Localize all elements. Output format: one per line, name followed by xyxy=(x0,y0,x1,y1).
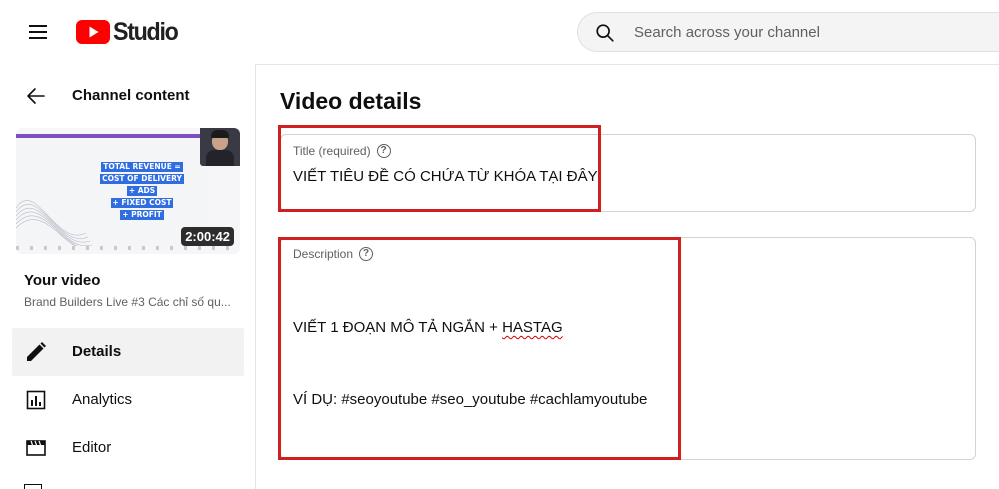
description-line: VÍ DỤ: #seoyoutube #seo_youtube #cachlam… xyxy=(293,391,648,408)
sidebar-item-editor[interactable]: Editor xyxy=(12,424,244,472)
duration-badge: 2:00:42 xyxy=(181,227,234,246)
description-input[interactable]: VIẾT 1 ĐOẠN MÔ TẢ NGẮN + HASTAG VÍ DỤ: #… xyxy=(293,268,647,460)
description-line: VIẾT 1 ĐOẠN MÔ TẢ NGẮN + HASTAG xyxy=(293,316,647,340)
thumbnail-line: + PROFIT xyxy=(120,210,164,220)
description-field-label: Description ? xyxy=(293,247,374,261)
thumbnail-line: COST OF DELIVERY xyxy=(100,174,184,184)
top-bar: Studio Search across your channel xyxy=(0,0,999,64)
sidebar-item-label: Details xyxy=(72,343,122,360)
help-icon[interactable]: ? xyxy=(376,144,391,158)
thumbnail-formula: TOTAL REVENUE = COST OF DELIVERY + ADS +… xyxy=(94,162,190,220)
channel-content-link[interactable]: Channel content xyxy=(72,87,190,104)
your-video-heading: Your video xyxy=(24,272,101,289)
analytics-icon xyxy=(26,390,46,410)
sidebar-item-analytics[interactable]: Analytics xyxy=(12,376,244,424)
sidebar: Channel content TOTAL REVENUE = COST OF … xyxy=(0,64,256,489)
back-arrow-icon[interactable] xyxy=(24,84,48,108)
pencil-icon xyxy=(27,342,46,361)
main-content: Video details Title (required) ? VIẾT TI… xyxy=(256,64,999,489)
hamburger-menu-icon[interactable] xyxy=(22,18,54,46)
title-field[interactable]: Title (required) ? VIẾT TIÊU ĐỀ CÓ CHỨA … xyxy=(280,134,976,212)
thumbnail-line: + FIXED COST xyxy=(110,198,174,208)
youtube-play-icon xyxy=(76,20,110,44)
video-thumbnail[interactable]: TOTAL REVENUE = COST OF DELIVERY + ADS +… xyxy=(16,128,240,254)
title-field-label: Title (required) ? xyxy=(293,144,391,158)
thumbnail-presenter xyxy=(200,128,240,166)
editor-icon xyxy=(26,440,46,456)
description-field[interactable]: Description ? VIẾT 1 ĐOẠN MÔ TẢ NGẮN + H… xyxy=(280,237,976,460)
search-icon[interactable] xyxy=(594,22,616,44)
next-nav-icon-partial xyxy=(24,484,42,489)
help-icon[interactable]: ? xyxy=(359,247,374,261)
title-label-text: Title (required) xyxy=(293,144,371,158)
logo-text: Studio xyxy=(113,17,179,46)
title-input[interactable]: VIẾT TIÊU ĐỀ CÓ CHỨA TỪ KHÓA TẠI ĐÂY xyxy=(293,165,598,189)
thumbnail-footer xyxy=(16,246,240,250)
description-text: VIẾT 1 ĐOẠN MÔ TẢ NGẮN + xyxy=(293,319,503,336)
thumbnail-line: + ADS xyxy=(126,186,158,196)
video-title-text: Brand Builders Live #3 Các chỉ số qu... xyxy=(24,295,231,309)
search-bar[interactable]: Search across your channel xyxy=(577,12,999,52)
sidebar-item-details[interactable]: Details xyxy=(12,328,244,376)
description-label-text: Description xyxy=(293,247,354,261)
youtube-studio-logo[interactable]: Studio xyxy=(76,16,182,48)
sidebar-item-label: Analytics xyxy=(72,391,133,408)
search-input[interactable]: Search across your channel xyxy=(634,24,820,41)
sidebar-item-label: Editor xyxy=(72,439,112,456)
page-title: Video details xyxy=(280,88,422,114)
thumbnail-line: TOTAL REVENUE = xyxy=(101,162,183,172)
misspelled-word: HASTAG xyxy=(502,319,563,336)
